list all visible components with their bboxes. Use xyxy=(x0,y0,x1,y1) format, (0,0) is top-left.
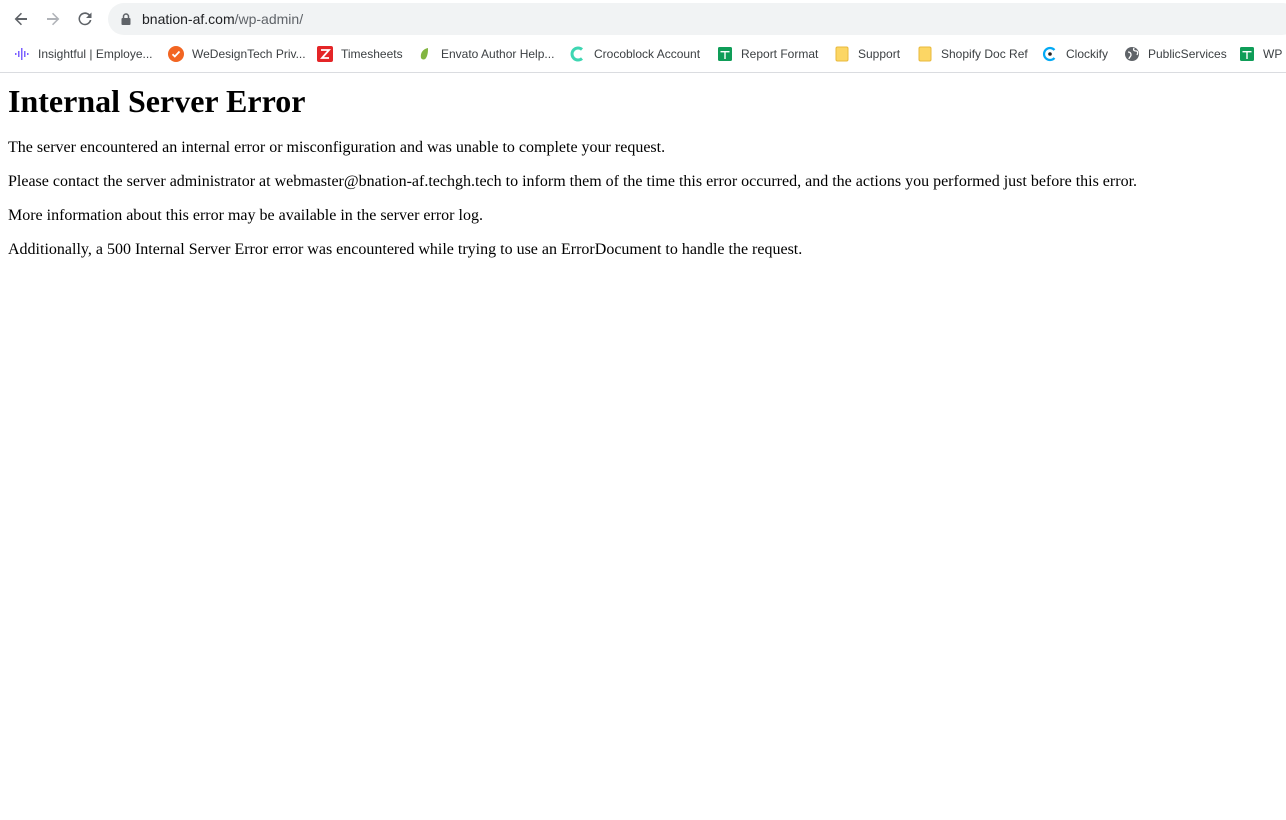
sheets-icon xyxy=(717,46,733,62)
bookmark-label: Report Format xyxy=(741,47,819,61)
reload-button[interactable] xyxy=(72,6,98,32)
wedesigntech-icon xyxy=(168,46,184,62)
bookmark-wedesigntech[interactable]: WeDesignTech Priv... xyxy=(168,44,306,64)
zoho-z-icon xyxy=(317,46,333,62)
folder-icon xyxy=(917,46,933,62)
bookmark-label: WP - xyxy=(1263,47,1286,61)
bookmark-label: Timesheets xyxy=(341,47,403,61)
bookmark-wp[interactable]: WP - xyxy=(1239,44,1286,64)
bookmark-report-format[interactable]: Report Format xyxy=(717,44,818,64)
page-content: Internal Server Error The server encount… xyxy=(0,73,1286,820)
arrow-right-icon xyxy=(47,12,60,26)
bookmark-timesheets[interactable]: Timesheets xyxy=(317,44,403,64)
bookmark-label: Support xyxy=(858,47,901,61)
bookmark-clockify[interactable]: Clockify xyxy=(1042,44,1108,64)
url-path: /wp-admin/ xyxy=(234,11,304,27)
browser-toolbar: bnation-af.com/wp-admin/ xyxy=(0,0,1286,38)
browser-chrome: bnation-af.com/wp-admin/ Insightful | Em… xyxy=(0,0,1286,73)
url-text[interactable]: bnation-af.com/wp-admin/ xyxy=(142,10,303,28)
bookmark-publicservices[interactable]: PublicServices xyxy=(1124,44,1227,64)
page-title: Internal Server Error xyxy=(8,83,306,119)
envato-leaf-icon xyxy=(417,46,433,62)
error-document-message: Additionally, a 500 Internal Server Erro… xyxy=(8,241,803,258)
clockify-icon xyxy=(1042,46,1058,62)
insightful-icon xyxy=(14,46,30,62)
bookmark-label: Shopify Doc Ref xyxy=(941,47,1028,61)
url-host: bnation-af.com xyxy=(142,11,235,27)
globe-icon xyxy=(1124,46,1140,62)
bookmark-label: Crocoblock Account xyxy=(594,47,701,61)
error-message: The server encountered an internal error… xyxy=(8,139,666,156)
address-bar[interactable]: bnation-af.com/wp-admin/ xyxy=(108,3,1286,35)
bookmark-label: Clockify xyxy=(1066,47,1109,61)
server-log-message: More information about this error may be… xyxy=(8,207,483,224)
bookmark-label: WeDesignTech Priv... xyxy=(192,47,306,61)
bookmark-crocoblock[interactable]: Crocoblock Account xyxy=(570,44,700,64)
bookmark-label: Insightful | Employe... xyxy=(38,47,153,61)
reload-icon xyxy=(78,12,92,26)
bookmark-shopify-doc-ref[interactable]: Shopify Doc Ref xyxy=(917,44,1028,64)
bookmark-insightful[interactable]: Insightful | Employe... xyxy=(14,44,153,64)
bookmarks-bar: Insightful | Employe... WeDesignTech Pri… xyxy=(0,42,1286,66)
contact-admin-message: Please contact the server administrator … xyxy=(8,173,1138,190)
bookmark-envato[interactable]: Envato Author Help... xyxy=(417,44,554,64)
folder-icon xyxy=(834,46,850,62)
bookmark-label: PublicServices xyxy=(1148,47,1227,61)
back-button[interactable] xyxy=(8,6,34,32)
bookmark-label: Envato Author Help... xyxy=(441,47,555,61)
bookmark-support[interactable]: Support xyxy=(834,44,900,64)
lock-icon xyxy=(121,13,131,25)
arrow-left-icon xyxy=(14,12,27,26)
forward-button[interactable] xyxy=(40,6,66,32)
crocoblock-icon xyxy=(570,46,586,62)
sheets-icon xyxy=(1239,46,1255,62)
